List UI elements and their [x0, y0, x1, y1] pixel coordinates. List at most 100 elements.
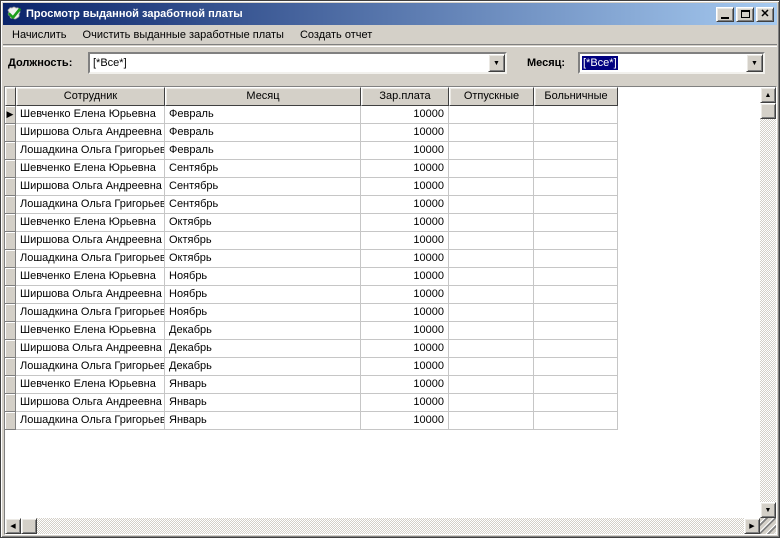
horizontal-scrollbar[interactable]: ◀ ▶	[5, 518, 760, 534]
cell-salary[interactable]: 10000	[361, 322, 449, 340]
cell-month[interactable]: Декабрь	[165, 340, 361, 358]
table-row[interactable]: Лошадкина Ольга Григорьев Ноябрь 10000	[5, 304, 618, 322]
cell-vacation[interactable]	[449, 196, 534, 214]
cell-salary[interactable]: 10000	[361, 196, 449, 214]
vertical-scrollbar[interactable]: ▲ ▼	[760, 87, 776, 518]
cell-vacation[interactable]	[449, 250, 534, 268]
table-row[interactable]: Ширшова Ольга Андреевна Сентябрь 10000	[5, 178, 618, 196]
scroll-right-button[interactable]: ▶	[744, 518, 760, 534]
table-row[interactable]: Лошадкина Ольга Григорьев Сентябрь 10000	[5, 196, 618, 214]
cell-employee[interactable]: Ширшова Ольга Андреевна	[16, 340, 165, 358]
table-row[interactable]: Ширшова Ольга Андреевна Декабрь 10000	[5, 340, 618, 358]
cell-month[interactable]: Февраль	[165, 142, 361, 160]
month-combobox-dropdown-button[interactable]: ▼	[746, 54, 763, 72]
cell-month[interactable]: Январь	[165, 394, 361, 412]
table-row[interactable]: Шевченко Елена Юрьевна Январь 10000	[5, 376, 618, 394]
scroll-left-button[interactable]: ◀	[5, 518, 21, 534]
table-row[interactable]: Шевченко Елена Юрьевна Октябрь 10000	[5, 214, 618, 232]
cell-salary[interactable]: 10000	[361, 340, 449, 358]
cell-sick[interactable]	[534, 286, 618, 304]
cell-vacation[interactable]	[449, 124, 534, 142]
table-row[interactable]: Лошадкина Ольга Григорьев Декабрь 10000	[5, 358, 618, 376]
cell-sick[interactable]	[534, 304, 618, 322]
table-row[interactable]: Шевченко Елена Юрьевна Декабрь 10000	[5, 322, 618, 340]
cell-employee[interactable]: Шевченко Елена Юрьевна	[16, 160, 165, 178]
cell-employee[interactable]: Лошадкина Ольга Григорьев	[16, 142, 165, 160]
cell-employee[interactable]: Ширшова Ольга Андреевна	[16, 394, 165, 412]
cell-salary[interactable]: 10000	[361, 268, 449, 286]
cell-vacation[interactable]	[449, 412, 534, 430]
cell-employee[interactable]: Ширшова Ольга Андреевна	[16, 232, 165, 250]
table-row[interactable]: Ширшова Ольга Андреевна Февраль 10000	[5, 124, 618, 142]
cell-employee[interactable]: Шевченко Елена Юрьевна	[16, 376, 165, 394]
cell-vacation[interactable]	[449, 304, 534, 322]
cell-vacation[interactable]	[449, 394, 534, 412]
cell-sick[interactable]	[534, 358, 618, 376]
cell-salary[interactable]: 10000	[361, 106, 449, 124]
cell-month[interactable]: Ноябрь	[165, 286, 361, 304]
cell-sick[interactable]	[534, 160, 618, 178]
cell-sick[interactable]	[534, 412, 618, 430]
cell-vacation[interactable]	[449, 142, 534, 160]
cell-employee[interactable]: Лошадкина Ольга Григорьев	[16, 196, 165, 214]
cell-sick[interactable]	[534, 124, 618, 142]
table-row[interactable]: Лошадкина Ольга Григорьев Февраль 10000	[5, 142, 618, 160]
cell-salary[interactable]: 10000	[361, 160, 449, 178]
cell-month[interactable]: Декабрь	[165, 358, 361, 376]
cell-month[interactable]: Ноябрь	[165, 268, 361, 286]
cell-sick[interactable]	[534, 142, 618, 160]
cell-vacation[interactable]	[449, 286, 534, 304]
cell-salary[interactable]: 10000	[361, 304, 449, 322]
cell-employee[interactable]: Ширшова Ольга Андреевна	[16, 178, 165, 196]
cell-month[interactable]: Октябрь	[165, 214, 361, 232]
table-row[interactable]: Ширшова Ольга Андреевна Октябрь 10000	[5, 232, 618, 250]
cell-month[interactable]: Сентябрь	[165, 160, 361, 178]
column-header-vacation[interactable]: Отпускные	[449, 87, 534, 106]
scroll-down-button[interactable]: ▼	[760, 502, 776, 518]
month-combobox[interactable]: [*Все*] ▼	[578, 52, 765, 74]
cell-sick[interactable]	[534, 178, 618, 196]
cell-salary[interactable]: 10000	[361, 232, 449, 250]
cell-month[interactable]: Январь	[165, 412, 361, 430]
table-row[interactable]: ▶ Шевченко Елена Юрьевна Февраль 10000	[5, 106, 618, 124]
cell-salary[interactable]: 10000	[361, 142, 449, 160]
cell-employee[interactable]: Ширшова Ольга Андреевна	[16, 286, 165, 304]
menu-item-create-report[interactable]: Создать отчет	[292, 27, 380, 43]
cell-vacation[interactable]	[449, 340, 534, 358]
cell-employee[interactable]: Шевченко Елена Юрьевна	[16, 106, 165, 124]
cell-employee[interactable]: Шевченко Елена Юрьевна	[16, 268, 165, 286]
cell-vacation[interactable]	[449, 376, 534, 394]
column-header-sick[interactable]: Больничные	[534, 87, 618, 106]
cell-month[interactable]: Сентябрь	[165, 178, 361, 196]
cell-employee[interactable]: Лошадкина Ольга Григорьев	[16, 412, 165, 430]
cell-employee[interactable]: Лошадкина Ольга Григорьев	[16, 358, 165, 376]
cell-employee[interactable]: Лошадкина Ольга Григорьев	[16, 304, 165, 322]
cell-employee[interactable]: Шевченко Елена Юрьевна	[16, 214, 165, 232]
table-row[interactable]: Лошадкина Ольга Григорьев Январь 10000	[5, 412, 618, 430]
cell-salary[interactable]: 10000	[361, 286, 449, 304]
cell-month[interactable]: Октябрь	[165, 250, 361, 268]
menu-item-accrue[interactable]: Начислить	[4, 27, 75, 43]
column-header-salary[interactable]: Зар.плата	[361, 87, 449, 106]
cell-salary[interactable]: 10000	[361, 412, 449, 430]
cell-sick[interactable]	[534, 250, 618, 268]
resize-grip[interactable]	[760, 518, 776, 534]
cell-vacation[interactable]	[449, 160, 534, 178]
table-row[interactable]: Шевченко Елена Юрьевна Сентябрь 10000	[5, 160, 618, 178]
cell-month[interactable]: Февраль	[165, 124, 361, 142]
cell-salary[interactable]: 10000	[361, 394, 449, 412]
cell-month[interactable]: Ноябрь	[165, 304, 361, 322]
cell-vacation[interactable]	[449, 232, 534, 250]
table-row[interactable]: Ширшова Ольга Андреевна Ноябрь 10000	[5, 286, 618, 304]
cell-vacation[interactable]	[449, 358, 534, 376]
menu-item-clear-salaries[interactable]: Очистить выданные заработные платы	[75, 27, 292, 43]
cell-month[interactable]: Февраль	[165, 106, 361, 124]
table-row[interactable]: Лошадкина Ольга Григорьев Октябрь 10000	[5, 250, 618, 268]
column-header-month[interactable]: Месяц	[165, 87, 361, 106]
cell-salary[interactable]: 10000	[361, 178, 449, 196]
cell-employee[interactable]: Шевченко Елена Юрьевна	[16, 322, 165, 340]
column-header-employee[interactable]: Сотрудник	[16, 87, 165, 106]
table-row[interactable]: Ширшова Ольга Андреевна Январь 10000	[5, 394, 618, 412]
cell-sick[interactable]	[534, 214, 618, 232]
maximize-button[interactable]	[736, 6, 754, 22]
